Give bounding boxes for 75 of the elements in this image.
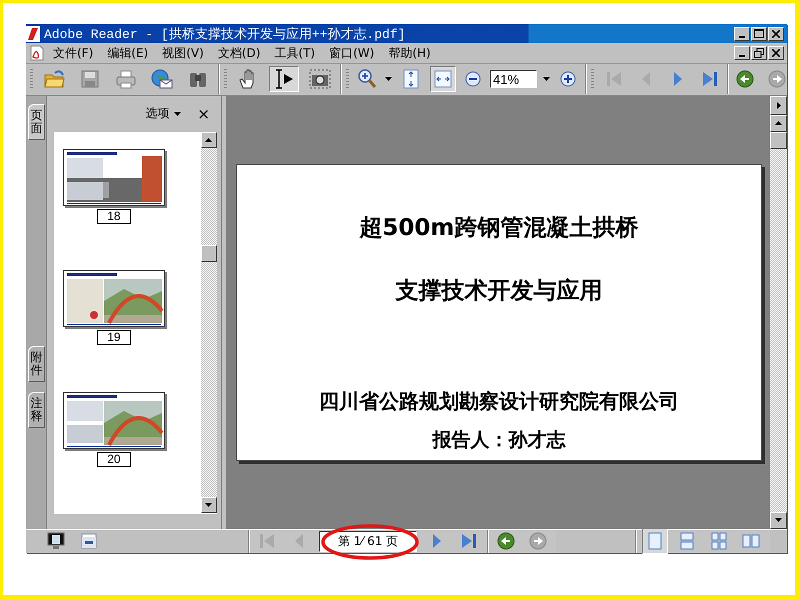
caret-icon[interactable] xyxy=(543,77,550,82)
menu-item[interactable]: 编辑(E) xyxy=(100,44,156,63)
camera-icon xyxy=(309,69,331,90)
caret-icon[interactable] xyxy=(385,77,392,82)
options-menu[interactable]: 选项 xyxy=(144,104,182,124)
maximize-button[interactable] xyxy=(751,26,767,41)
presenter-text: 报告人：孙才志 xyxy=(432,428,566,453)
fit-page-icon xyxy=(403,69,419,90)
menu-item[interactable]: 帮助(H) xyxy=(381,44,438,63)
menu-item[interactable]: 窗口(W) xyxy=(322,44,382,63)
single-page-button[interactable] xyxy=(642,528,668,554)
app-logo-icon xyxy=(26,26,40,42)
text-cursor-icon xyxy=(273,68,295,90)
organization-text: 四川省公路规划勘察设计研究院有限公司 xyxy=(318,388,679,415)
scroll-down-button[interactable] xyxy=(770,512,788,529)
fit-width-icon xyxy=(434,70,452,88)
zoom-field[interactable]: 41% xyxy=(490,70,537,88)
minimize-button[interactable] xyxy=(734,46,750,60)
page-number-label: 18 xyxy=(96,208,131,224)
close-button[interactable] xyxy=(768,46,784,60)
right-arrow-icon xyxy=(776,102,781,109)
side-tab[interactable]: 注释 xyxy=(28,392,45,428)
printer-icon xyxy=(115,69,137,90)
open-folder-icon xyxy=(43,69,65,90)
maximize-icon xyxy=(754,29,764,38)
next-page-icon xyxy=(673,70,683,88)
menu-item[interactable]: 文件(F) xyxy=(46,44,100,63)
zoom-out-icon xyxy=(465,71,481,88)
menu-item[interactable]: 视图(V) xyxy=(155,44,211,63)
continuous-pages-icon xyxy=(678,532,696,550)
up-arrow-icon xyxy=(205,138,212,142)
zoom-in-icon xyxy=(560,71,576,88)
side-tab[interactable]: 页面 xyxy=(28,104,45,140)
monitor-icon xyxy=(47,532,65,550)
globe-mail-icon xyxy=(151,69,173,90)
facing-pages-icon xyxy=(742,532,760,550)
last-page-icon xyxy=(461,532,477,550)
close-panel-button[interactable]: × xyxy=(196,104,211,124)
zoom-in-icon xyxy=(358,69,376,90)
page-number-label: 19 xyxy=(96,330,131,346)
close-icon xyxy=(772,49,780,58)
scroll-up-button[interactable] xyxy=(770,114,788,132)
previous-page-icon xyxy=(294,532,304,550)
save-icon xyxy=(80,69,100,90)
slide-title: 支撑技术开发与应用 xyxy=(395,276,602,306)
grid-pages-icon xyxy=(710,532,728,550)
text-cursor-button[interactable] xyxy=(269,66,299,92)
next-page-icon xyxy=(432,532,442,550)
scrollbar[interactable] xyxy=(200,132,217,513)
side-tab[interactable]: 附件 xyxy=(28,346,45,382)
panel-menu-button[interactable] xyxy=(770,96,788,115)
panel-icon xyxy=(81,533,97,550)
down-arrow-icon xyxy=(205,502,212,507)
minimize-icon xyxy=(739,36,745,38)
restore-icon xyxy=(754,48,764,58)
up-arrow-icon xyxy=(775,121,782,126)
pdf-document-icon xyxy=(30,45,44,62)
slide-title: 超500m跨钢管混凝土拱桥 xyxy=(359,214,638,243)
down-arrow-icon xyxy=(775,518,782,522)
restore-button[interactable] xyxy=(751,46,767,60)
close-icon xyxy=(772,30,780,38)
fit-width-button[interactable] xyxy=(430,66,456,92)
window-title: Adobe Reader - [拱桥支撑技术开发与应用++孙才志.pdf] xyxy=(44,26,406,43)
first-page-icon xyxy=(259,532,275,550)
page-number-label: 20 xyxy=(96,452,131,467)
close-button[interactable] xyxy=(768,26,784,41)
menu-item[interactable]: 文档(D) xyxy=(210,44,268,63)
scroll-thumb[interactable] xyxy=(770,132,788,149)
minimize-icon xyxy=(739,55,745,58)
single-page-icon xyxy=(646,532,664,550)
last-page-icon xyxy=(702,70,718,88)
scroll-thumb[interactable] xyxy=(200,244,217,262)
menu-item[interactable]: 工具(T) xyxy=(267,44,322,63)
caret-icon xyxy=(174,112,182,116)
minimize-button[interactable] xyxy=(734,26,750,41)
